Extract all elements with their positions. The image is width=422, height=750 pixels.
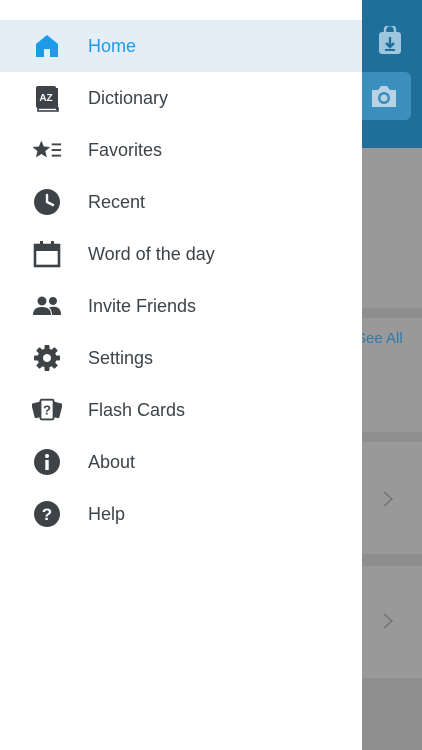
drawer-item-invite-friends[interactable]: Invite Friends xyxy=(0,280,362,332)
navigation-drawer: Home AZ Dictionary Favorites Recent Word… xyxy=(0,0,362,750)
downloads-icon[interactable] xyxy=(374,24,406,58)
drawer-item-label: Flash Cards xyxy=(88,399,186,420)
drawer-item-settings[interactable]: Settings xyxy=(0,332,362,384)
drawer-item-label: Dictionary xyxy=(88,87,169,108)
drawer-item-label: Word of the day xyxy=(88,243,215,264)
svg-text:AZ: AZ xyxy=(39,93,52,104)
drawer-item-label: About xyxy=(88,451,136,472)
drawer-item-dictionary[interactable]: AZ Dictionary xyxy=(0,72,362,124)
drawer-menu: Home AZ Dictionary Favorites Recent Word… xyxy=(0,20,362,540)
dictionary-icon: AZ xyxy=(32,83,62,113)
drawer-item-label: Favorites xyxy=(88,139,163,160)
home-icon xyxy=(32,31,62,61)
drawer-item-favorites[interactable]: Favorites xyxy=(0,124,362,176)
help-icon: ? xyxy=(32,499,62,529)
chevron-right-icon xyxy=(383,491,394,507)
chevron-right-icon xyxy=(383,613,394,629)
drawer-item-help[interactable]: ? Help xyxy=(0,488,362,540)
drawer-item-home[interactable]: Home xyxy=(0,20,362,72)
drawer-item-label: Settings xyxy=(88,347,154,368)
people-icon xyxy=(32,291,62,321)
svg-text:?: ? xyxy=(43,403,51,418)
svg-text:?: ? xyxy=(42,505,52,524)
flash-cards-icon: ? xyxy=(32,395,62,425)
drawer-item-label: Help xyxy=(88,503,126,524)
drawer-item-about[interactable]: About xyxy=(0,436,362,488)
drawer-item-label: Home xyxy=(88,35,137,56)
calendar-icon xyxy=(32,239,62,269)
gear-icon xyxy=(32,343,62,373)
drawer-item-label: Invite Friends xyxy=(88,295,197,316)
camera-icon[interactable] xyxy=(357,72,411,120)
see-all-link[interactable]: See All xyxy=(356,330,403,347)
drawer-item-recent[interactable]: Recent xyxy=(0,176,362,228)
clock-icon xyxy=(32,187,62,217)
drawer-item-word-of-the-day[interactable]: Word of the day xyxy=(0,228,362,280)
info-icon xyxy=(32,447,62,477)
drawer-item-label: Recent xyxy=(88,191,146,212)
drawer-item-flash-cards[interactable]: ? Flash Cards xyxy=(0,384,362,436)
favorites-icon xyxy=(32,135,62,165)
